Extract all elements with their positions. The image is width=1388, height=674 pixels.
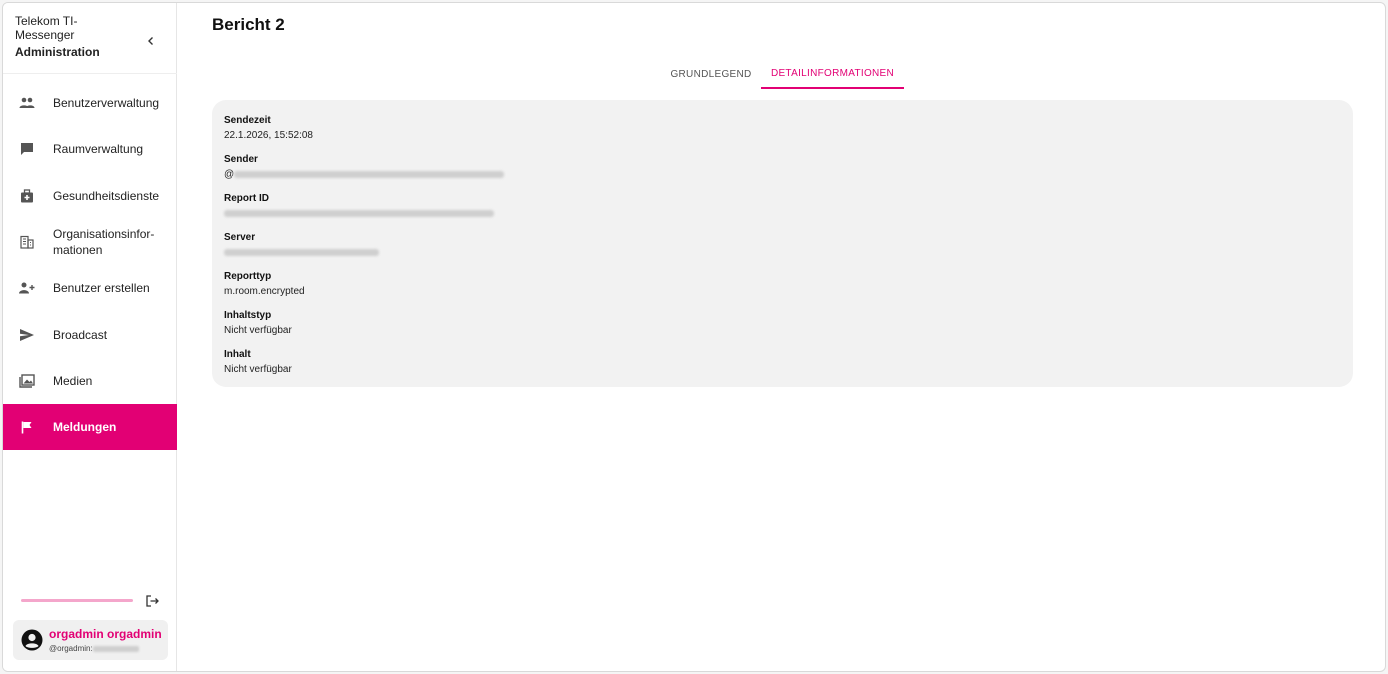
building-icon xyxy=(19,234,35,250)
sidebar-nav: Benutzerverwaltung Raumverwaltung Gesund… xyxy=(3,80,177,451)
medical-bag-icon xyxy=(19,188,35,204)
sender-prefix: @ xyxy=(224,169,235,180)
sidebar-item-label: Medien xyxy=(53,373,93,388)
brand-line-1: Telekom TI- xyxy=(15,14,78,28)
user-profile-card[interactable]: orgadmin orgadmin @orgadmin: xyxy=(13,620,168,660)
page-title: Bericht 2 xyxy=(212,15,285,34)
field-sendezeit: Sendezeit 22.1.2026, 15:52:08 xyxy=(224,114,313,143)
field-reporttyp: Reporttyp m.room.encrypted xyxy=(224,270,305,299)
field-value: m.room.encrypted xyxy=(224,286,305,297)
sidebar-item-label: Benutzerverwaltung xyxy=(53,96,160,111)
tab-grundlegend[interactable]: GRUNDLEGEND xyxy=(661,59,761,89)
field-sender: Sender @ xyxy=(224,153,505,182)
chevron-left-icon xyxy=(148,37,153,45)
sidebar-item-label: Raumverwaltung xyxy=(53,142,144,157)
sidebar-item-label: Benutzer erstellen xyxy=(53,281,150,296)
sidebar-item-label: Gesundheitsdienste xyxy=(53,188,160,203)
photo-library-icon xyxy=(19,373,35,389)
redacted-text xyxy=(224,248,379,256)
brand: Telekom TI- Messenger Administration xyxy=(15,14,135,59)
progress-bar xyxy=(21,599,133,602)
field-label: Sendezeit xyxy=(224,115,271,126)
send-icon xyxy=(19,327,35,343)
redacted-text xyxy=(224,209,494,217)
user-id-prefix: @orgadmin: xyxy=(49,644,93,653)
tab-detailinformationen[interactable]: DETAILINFORMATIONEN xyxy=(761,59,904,89)
field-label: Server xyxy=(224,232,256,243)
brand-title: Administration xyxy=(15,45,100,59)
field-value: @ xyxy=(224,168,505,182)
sidebar-item-raumverwaltung[interactable]: Raumverwaltung xyxy=(3,126,177,172)
sidebar-item-meldungen[interactable]: Meldungen xyxy=(3,404,177,451)
field-value: Nicht verfügbar xyxy=(224,364,292,375)
person-add-icon xyxy=(19,280,35,296)
account-circle-icon xyxy=(21,629,43,651)
sidebar: Telekom TI- Messenger Administration Ben… xyxy=(3,3,177,671)
field-server: Server xyxy=(224,231,379,260)
field-report-id: Report ID xyxy=(224,192,494,221)
field-label: Inhalt xyxy=(224,349,251,360)
logout-icon xyxy=(145,595,159,607)
field-label: Reporttyp xyxy=(224,271,272,282)
field-value xyxy=(224,246,379,260)
field-inhalt: Inhalt Nicht verfügbar xyxy=(224,348,292,377)
sidebar-item-gesundheitsdienste[interactable]: Gesundheitsdienste xyxy=(3,173,177,219)
brand-line-2: Messenger xyxy=(15,28,75,42)
user-id: @orgadmin: xyxy=(49,644,139,653)
flag-icon xyxy=(19,419,35,435)
sidebar-item-broadcast[interactable]: Broadcast xyxy=(3,311,177,357)
logout-button[interactable] xyxy=(143,592,161,610)
app-window: Telekom TI- Messenger Administration Ben… xyxy=(2,2,1386,672)
field-value: Nicht verfügbar xyxy=(224,325,292,336)
redacted-text xyxy=(234,170,505,178)
tab-bar: GRUNDLEGEND DETAILINFORMATIONEN xyxy=(661,59,904,89)
people-icon xyxy=(19,95,35,111)
field-label: Sender xyxy=(224,154,258,165)
collapse-sidebar-button[interactable] xyxy=(141,31,161,51)
redacted-text xyxy=(92,645,139,652)
field-label: Report ID xyxy=(224,193,269,204)
main-content: Bericht 2 GRUNDLEGEND DETAILINFORMATIONE… xyxy=(178,3,1385,671)
divider xyxy=(3,73,177,74)
sidebar-item-label: Meldungen xyxy=(53,420,117,435)
sidebar-item-label: Broadcast xyxy=(53,327,108,342)
sidebar-item-label: Organisationsinfor- mationen xyxy=(53,227,155,258)
sidebar-item-benutzer-erstellen[interactable]: Benutzer erstellen xyxy=(3,265,177,311)
field-value xyxy=(224,207,494,221)
field-label: Inhaltstyp xyxy=(224,310,272,321)
sidebar-item-benutzerverwaltung[interactable]: Benutzerverwaltung xyxy=(3,80,177,126)
sidebar-item-medien[interactable]: Medien xyxy=(3,358,177,404)
sidebar-item-organisationsinformationen[interactable]: Organisationsinfor- mationen xyxy=(3,219,177,265)
chat-icon xyxy=(19,141,35,157)
field-value: 22.1.2026, 15:52:08 xyxy=(224,130,313,141)
field-inhaltstyp: Inhaltstyp Nicht verfügbar xyxy=(224,309,292,338)
user-name: orgadmin orgadmin xyxy=(49,627,162,641)
detail-card: Sendezeit 22.1.2026, 15:52:08 Sender @ R… xyxy=(212,100,1353,387)
